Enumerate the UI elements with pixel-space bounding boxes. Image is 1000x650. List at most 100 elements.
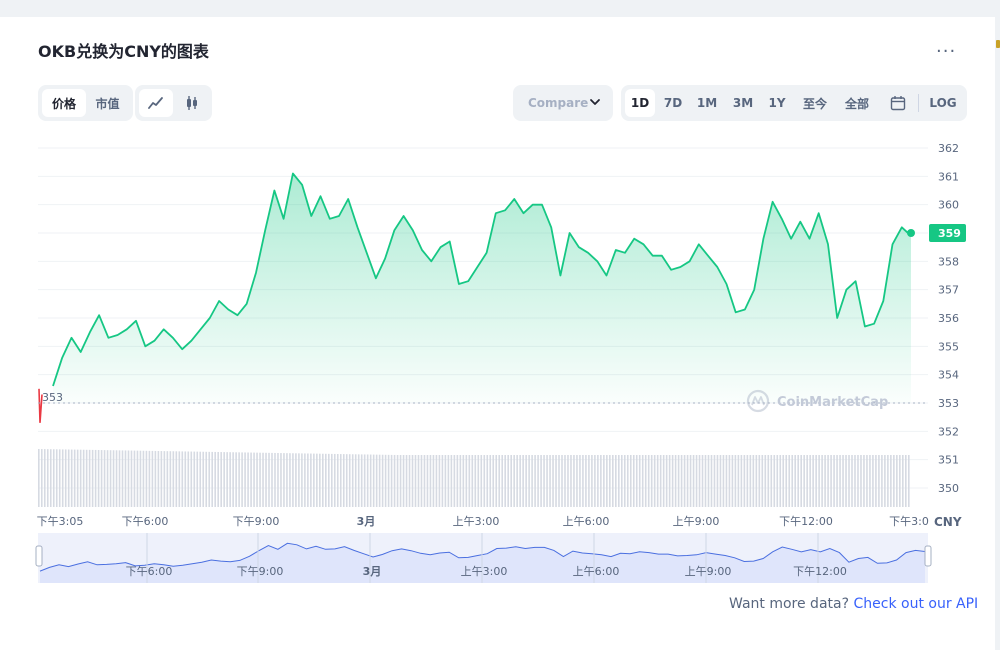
volume-bar — [61, 449, 64, 507]
volume-bar — [226, 452, 228, 507]
volume-bar — [845, 455, 847, 507]
volume-bar — [175, 451, 178, 507]
volume-bar — [244, 452, 246, 507]
volume-bar — [94, 449, 97, 507]
x-tick-label: 下午3:0 — [889, 515, 929, 528]
volume-bar — [818, 455, 820, 507]
volume-bar — [809, 455, 811, 507]
volume-bar — [531, 455, 533, 507]
volume-bar — [330, 453, 333, 507]
volume-bar — [899, 455, 901, 507]
volume-bar — [372, 454, 375, 507]
volume-bar — [181, 451, 184, 507]
volume-bar — [88, 449, 91, 507]
volume-bar — [740, 455, 743, 507]
y-tick-label: 361 — [938, 170, 959, 183]
navigator-right-handle[interactable] — [924, 545, 932, 567]
volume-bar — [501, 455, 504, 507]
y-tick-label: 355 — [938, 340, 959, 353]
x-axis: 下午3:05 下午6:00 下午9:00 3月 上午3:00 上午6:00 上午9:00 下午… — [37, 515, 962, 529]
volume-bar — [199, 451, 202, 507]
volume-bar — [441, 455, 444, 507]
volume-bar — [214, 451, 216, 507]
volume-bar — [67, 449, 70, 507]
volume-bar — [274, 452, 276, 507]
volume-bar — [325, 453, 327, 507]
volume-bar — [824, 455, 826, 507]
volume-bar — [878, 455, 880, 507]
volume-bar — [49, 449, 52, 507]
volume-bar — [396, 455, 399, 507]
volume-bar — [618, 455, 620, 507]
volume-bar — [322, 453, 324, 507]
volume-bar — [38, 449, 40, 507]
volume-bar — [866, 455, 868, 507]
volume-bar — [313, 453, 315, 507]
current-price-label: 359 — [938, 227, 961, 240]
volume-bar — [154, 450, 157, 507]
volume-bar — [734, 455, 737, 507]
volume-bar — [121, 450, 124, 507]
volume-bar — [190, 451, 193, 507]
volume-bar — [286, 453, 288, 507]
volume-bar — [905, 455, 907, 507]
navigator-tick-label: 下午9:00 — [237, 565, 284, 578]
volume-bar — [202, 451, 205, 507]
navigator-left-handle[interactable] — [35, 545, 43, 567]
y-tick-label: 356 — [938, 312, 959, 325]
volume-bar — [558, 455, 560, 507]
volume-bar — [354, 454, 357, 507]
x-tick-label: 上午9:00 — [673, 515, 720, 528]
volume-bar — [142, 450, 145, 507]
volume-bar — [588, 455, 590, 507]
y-tick-label: 360 — [938, 199, 959, 212]
volume-bar — [187, 451, 190, 507]
volume-bar — [375, 454, 378, 507]
volume-bar — [728, 455, 731, 507]
volume-bar — [782, 455, 785, 507]
volume-bar — [450, 455, 453, 507]
volume-bar — [136, 450, 139, 507]
volume-bar — [133, 450, 136, 507]
navigator-tick-label: 下午12:00 — [793, 565, 847, 578]
volume-bar — [600, 455, 602, 507]
volume-bar — [483, 455, 486, 507]
volume-bar — [351, 454, 354, 507]
volume-bar — [725, 455, 728, 507]
volume-bar — [73, 449, 76, 507]
volume-bar — [262, 452, 264, 507]
volume-bar — [609, 455, 611, 507]
volume-bar — [453, 455, 456, 507]
volume-bar — [549, 455, 551, 507]
navigator-tick-label: 下午6:00 — [126, 565, 173, 578]
volume-bar — [277, 453, 279, 507]
volume-bar — [848, 455, 850, 507]
api-link[interactable]: Check out our API — [853, 596, 978, 612]
volume-bar — [459, 455, 462, 507]
volume-bar — [902, 455, 904, 507]
volume-bar — [316, 453, 318, 507]
x-tick-label: 下午9:00 — [233, 515, 280, 528]
volume-bar — [345, 454, 348, 507]
volume-bar — [208, 451, 211, 507]
price-chart[interactable]: 353 362 361 360 359 358 357 356 355 354 353 352 351… — [0, 0, 1000, 650]
currency-label: CNY — [934, 515, 962, 529]
volume-bar — [304, 453, 306, 507]
volume-bar — [217, 452, 219, 507]
volume-bar — [662, 455, 665, 507]
volume-bar — [701, 455, 704, 507]
volume-bar — [761, 455, 764, 507]
volume-bar — [259, 452, 261, 507]
volume-bar — [582, 455, 584, 507]
volume-bar — [163, 451, 166, 507]
volume-bar — [552, 455, 554, 507]
volume-bar — [46, 449, 49, 507]
volume-bar — [779, 455, 782, 507]
last-price-dot — [907, 229, 915, 237]
volume-bar — [656, 455, 659, 507]
volume-bar — [489, 455, 492, 507]
volume-bar — [250, 452, 252, 507]
volume-bar — [698, 455, 701, 507]
price-area — [53, 173, 911, 403]
volume-bar — [435, 455, 438, 507]
